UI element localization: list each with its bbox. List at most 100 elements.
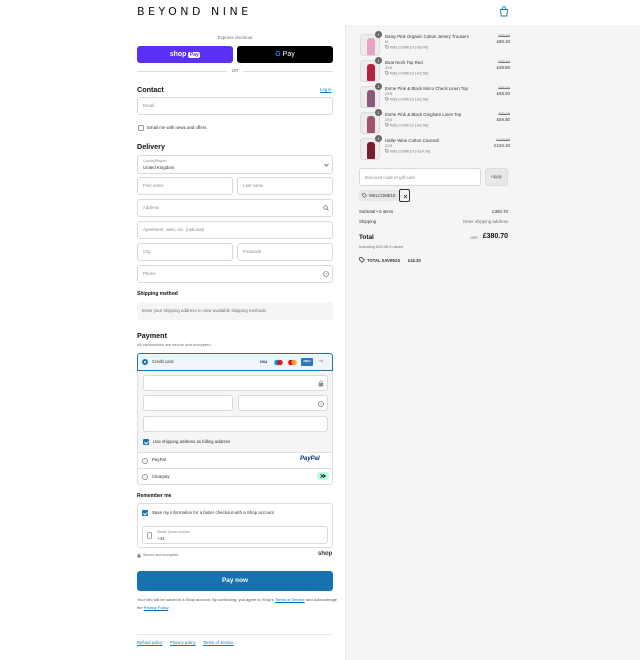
discount-code-applied: WELCOME10 (-£6.50) (390, 97, 429, 102)
more-cards-label: +4 (319, 359, 324, 363)
discounted-price: £80.10 (496, 39, 510, 44)
terms-link[interactable]: Terms of Service (275, 597, 305, 602)
country-label: Country/Region (143, 159, 167, 163)
payment-heading: Payment (137, 331, 167, 340)
cart-item: 1 Daisy Pink Organic Cotton Jersey Trouse… (360, 31, 510, 58)
terms-of-service-link[interactable]: Terms of service (203, 640, 233, 645)
shop-pay-label: shop (169, 51, 187, 58)
discount-code-field[interactable]: Discount code or gift card (359, 168, 481, 186)
shop-pay-button[interactable]: shop Pay (137, 46, 233, 63)
clearpay-radio[interactable] (142, 474, 148, 480)
original-price: £89.00 (498, 34, 510, 38)
apartment-field[interactable]: Apartment, suite, etc. (optional) (137, 221, 333, 239)
total-currency: GBP (470, 236, 479, 240)
tag-icon (385, 123, 389, 127)
original-price: £65.00 (498, 86, 510, 90)
site-header: BEYOND NINE (0, 0, 640, 25)
clearpay-label: Clearpay (152, 474, 170, 479)
newsletter-label: Email me with news and offers (147, 125, 207, 130)
shipping-method-heading: Shipping method (137, 291, 178, 297)
phone-field[interactable]: Phone ? (137, 265, 333, 283)
search-icon (323, 205, 329, 211)
total-savings-label: TOTAL SAVINGS (367, 258, 401, 263)
expiry-field[interactable] (143, 395, 233, 411)
country-value: United Kingdom (143, 165, 175, 170)
city-placeholder: City (143, 249, 151, 254)
discount-code-applied: WELCOME10 (-£5.50) (390, 71, 429, 76)
legal-prefix: Your info will be saved to a Shop accoun… (137, 597, 275, 602)
product-discount: WELCOME10 (-£5.50) (385, 71, 428, 76)
payment-subtitle: All transactions are secure and encrypte… (137, 342, 212, 347)
refund-policy-link[interactable]: Refund policy (137, 640, 162, 645)
credit-card-radio[interactable] (142, 359, 148, 365)
help-icon[interactable]: ? (318, 401, 324, 407)
svg-text:?: ? (325, 272, 327, 276)
google-g-icon: G (275, 51, 281, 58)
shop-pay-badge: Pay (188, 52, 201, 58)
product-discount: WELCOME10 (-£6.50) (385, 123, 428, 128)
remember-me-heading: Remember me (137, 493, 172, 499)
discounted-price: £58.50 (496, 117, 510, 122)
country-select[interactable]: Country/Region United Kingdom (137, 155, 333, 174)
privacy-policy-link[interactable]: Privacy policy (170, 640, 196, 645)
legal-suffix: . (168, 605, 170, 610)
postcode-placeholder: Postcode (243, 249, 262, 254)
login-link[interactable]: Log in (320, 87, 331, 92)
chevron-down-icon (324, 163, 329, 167)
remove-discount-button[interactable] (399, 189, 410, 202)
shipping-label: Shipping (359, 219, 377, 224)
pay-now-button[interactable]: Pay now (137, 571, 333, 591)
email-field[interactable]: Email (137, 97, 333, 115)
billing-same-checkbox[interactable] (143, 439, 149, 445)
last-name-field[interactable]: Last name (237, 177, 333, 195)
save-info-checkbox[interactable] (142, 510, 148, 516)
quantity-badge: 1 (375, 109, 382, 116)
shipping-value: Enter shipping address (463, 219, 508, 224)
product-variant: 2XS (385, 118, 393, 122)
security-code-field[interactable]: ? (238, 395, 328, 411)
product-variant: 2XS (385, 144, 393, 148)
credit-card-option[interactable]: Credit card VISA AMEX +4 (137, 353, 333, 371)
address-placeholder: Address (143, 205, 160, 210)
brand-logo[interactable]: BEYOND NINE (137, 5, 252, 18)
total-value: £380.70 (482, 233, 508, 240)
shopping-bag-icon[interactable] (499, 6, 509, 17)
discount-placeholder: Discount code or gift card (365, 175, 415, 180)
discount-code-applied: WELCOME10 (-£6.50) (390, 123, 429, 128)
tag-icon (385, 71, 389, 75)
product-discount: WELCOME10 (-£14.90) (385, 149, 430, 154)
google-pay-label: Pay (282, 51, 295, 58)
postcode-field[interactable]: Postcode (237, 243, 333, 261)
card-number-field[interactable] (143, 375, 328, 391)
clearpay-logo-icon (317, 472, 329, 480)
applied-discount-tag: WELCOME10 (359, 189, 410, 202)
name-on-card-field[interactable] (143, 416, 328, 432)
clearpay-option[interactable]: Clearpay (137, 469, 333, 485)
remember-me-box: Save my information for a faster checkou… (137, 503, 333, 548)
paypal-radio[interactable] (142, 458, 148, 464)
google-pay-button[interactable]: G Pay (237, 46, 333, 63)
card-form: ? Use shipping address as billing addres… (137, 371, 333, 453)
first-name-field[interactable]: First name (137, 177, 233, 195)
apply-button[interactable]: Apply (485, 168, 508, 186)
discounted-price: £58.50 (496, 91, 510, 96)
product-discount: WELCOME10 (-£6.50) (385, 97, 428, 102)
close-icon (403, 194, 407, 198)
product-name: Hallie Wine Cotton Coverall (385, 138, 439, 143)
product-variant: 2XS (385, 92, 393, 96)
last-name-placeholder: Last name (243, 183, 264, 188)
secure-label: Secure and encrypted (143, 553, 179, 557)
cart-item: 1 Esme Pink & Black Gingham Linen Top 2XS W… (360, 109, 510, 136)
privacy-link[interactable]: Privacy Policy (144, 605, 169, 610)
quantity-badge: 1 (375, 31, 382, 38)
newsletter-checkbox[interactable] (138, 125, 144, 131)
applied-code-label: WELCOME10 (369, 193, 396, 198)
cart-item: 1 Esme Pink & Black Micro Check Linen Top… (360, 83, 510, 110)
mobile-phone-field[interactable]: Mobile phone number +44 (142, 526, 328, 544)
city-field[interactable]: City (137, 243, 233, 261)
original-price: £55.00 (498, 60, 510, 64)
apartment-placeholder: Apartment, suite, etc. (optional) (143, 227, 205, 232)
address-field[interactable]: Address (137, 199, 333, 217)
help-icon[interactable]: ? (323, 271, 329, 277)
paypal-option[interactable]: PayPal PayPal (137, 453, 333, 469)
